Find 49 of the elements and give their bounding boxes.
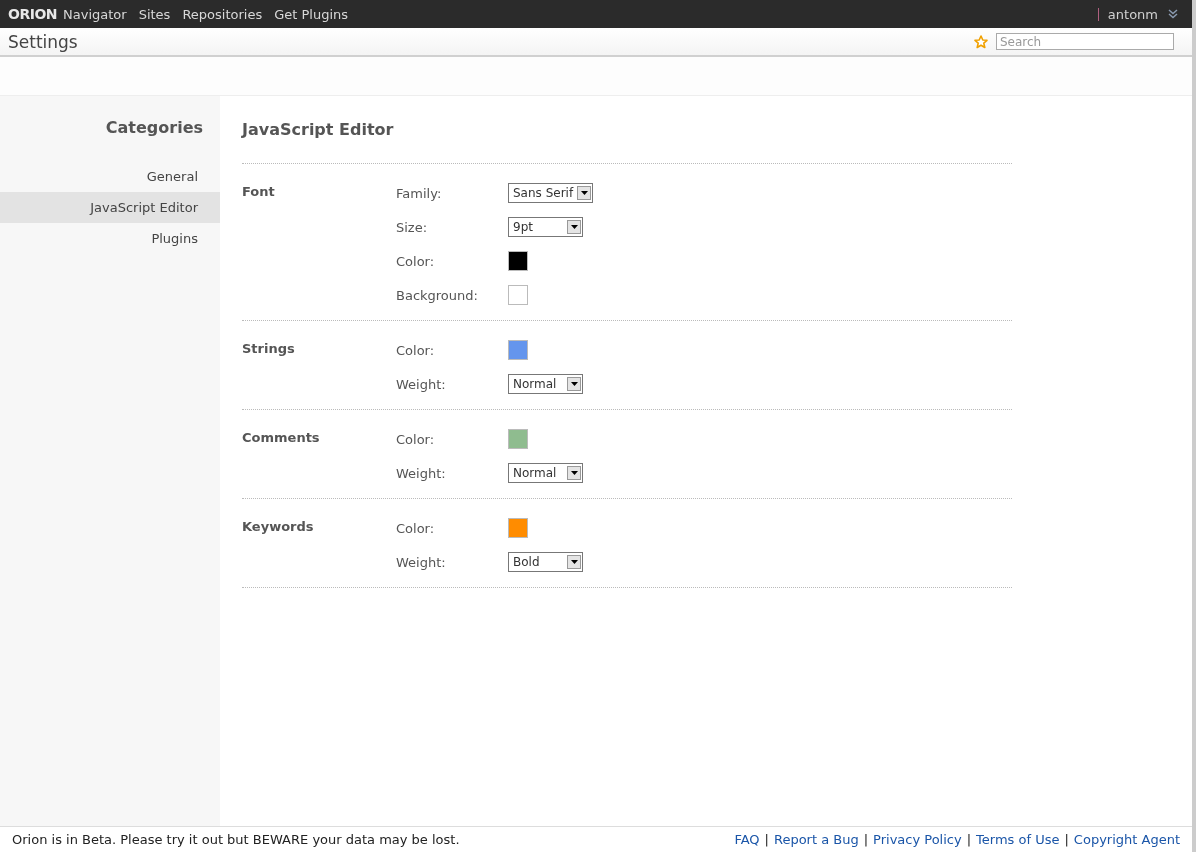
sidebar-heading: Categories <box>104 118 204 137</box>
field-label: Background: <box>396 287 479 303</box>
dropdown[interactable]: Sans Serif <box>508 183 594 203</box>
user-menu[interactable]: antonm <box>1107 6 1158 22</box>
color-swatch[interactable] <box>508 518 528 538</box>
field-label: Size: <box>396 219 429 235</box>
search-field[interactable]: Search <box>996 33 1174 50</box>
group-label: Comments <box>242 429 321 447</box>
section-heading: JavaScript Editor <box>242 120 1012 164</box>
nav-link[interactable]: Get Plugins <box>274 6 349 22</box>
group-label: Keywords <box>242 518 315 536</box>
nav-link[interactable]: Navigator <box>63 6 127 22</box>
nav-link[interactable]: Repositories <box>182 6 263 22</box>
page-title: Settings <box>8 31 78 52</box>
footer-link[interactable]: Privacy Policy <box>873 832 962 847</box>
sidebar-item[interactable]: Plugins <box>0 223 220 254</box>
dropdown[interactable]: 9pt <box>508 217 583 237</box>
beta-notice: Orion is in Beta. Please try it out but BEWARE your data may be lost. <box>12 832 460 847</box>
color-swatch[interactable] <box>508 429 528 449</box>
star-icon[interactable] <box>974 34 988 49</box>
field-label: Weight: <box>396 376 447 392</box>
dropdown[interactable]: Bold <box>508 552 583 572</box>
footer-link[interactable]: Copyright Agent <box>1073 832 1180 847</box>
field-label: Weight: <box>396 465 447 481</box>
color-swatch[interactable] <box>508 285 528 305</box>
dropdown[interactable]: Normal <box>508 374 583 394</box>
field-label: Color: <box>396 253 436 269</box>
link-separator: | <box>1064 832 1069 847</box>
color-swatch[interactable] <box>508 340 528 360</box>
nav-link[interactable]: Sites <box>138 6 171 22</box>
logo[interactable]: ORION <box>8 6 57 22</box>
color-swatch[interactable] <box>508 251 528 271</box>
link-separator: | <box>966 832 972 847</box>
field-label: Weight: <box>396 554 447 570</box>
sidebar-item[interactable]: JavaScript Editor <box>0 192 220 223</box>
footer-link[interactable]: Terms of Use <box>976 832 1060 847</box>
dropdown[interactable]: Normal <box>508 463 583 483</box>
link-separator: | <box>863 832 869 847</box>
double-chevron-icon[interactable] <box>1168 9 1178 19</box>
group-label: Font <box>242 183 276 201</box>
link-separator: | <box>764 832 769 847</box>
sidebar-item[interactable]: General <box>0 161 220 192</box>
field-label: Color: <box>396 342 436 358</box>
field-label: Color: <box>396 431 436 447</box>
field-label: Family: <box>396 185 443 201</box>
footer-link[interactable]: FAQ <box>734 832 760 847</box>
footer-link[interactable]: Report a Bug <box>773 832 859 847</box>
group-label: Strings <box>242 340 296 358</box>
field-label: Color: <box>396 520 436 536</box>
